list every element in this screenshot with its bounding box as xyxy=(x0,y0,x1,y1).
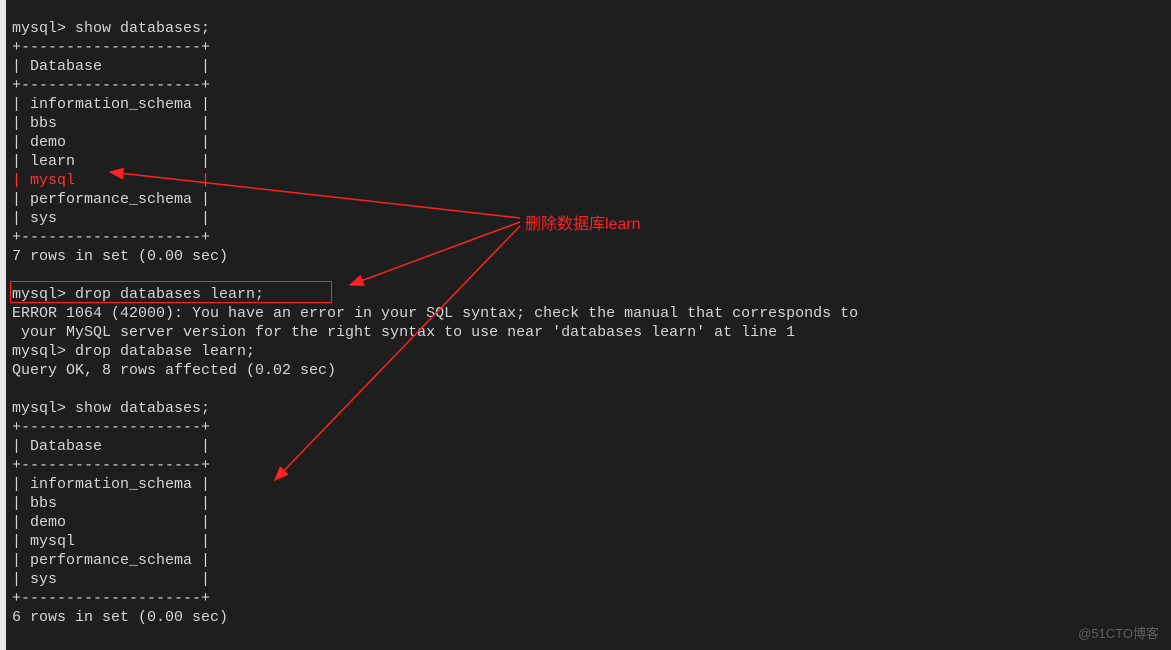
left-edge-strip xyxy=(0,0,6,650)
table-row: | demo | xyxy=(12,514,210,531)
table-sep: +--------------------+ xyxy=(12,39,210,56)
error-line: ERROR 1064 (42000): You have an error in… xyxy=(12,305,858,322)
table-row: | demo | xyxy=(12,134,210,151)
table-sep: +--------------------+ xyxy=(12,457,210,474)
table-row-highlighted: | mysql | xyxy=(12,172,210,189)
table-row: | mysql | xyxy=(12,533,210,550)
table-row: | performance_schema | xyxy=(12,191,210,208)
prompt: mysql> xyxy=(12,343,75,360)
table-sep: +--------------------+ xyxy=(12,229,210,246)
command-drop-databases-error: drop databases learn; xyxy=(75,286,264,303)
result-line: 6 rows in set (0.00 sec) xyxy=(12,609,228,626)
annotation-label: 删除数据库learn xyxy=(525,210,641,234)
table-sep: +--------------------+ xyxy=(12,77,210,94)
prompt: mysql> xyxy=(12,400,75,417)
result-line: Query OK, 8 rows affected (0.02 sec) xyxy=(12,362,336,379)
command-drop-database: drop database learn; xyxy=(75,343,255,360)
table-row: | learn | xyxy=(12,153,210,170)
table-header: | Database | xyxy=(12,438,210,455)
command-show-databases-2: show databases; xyxy=(75,400,210,417)
error-line: your MySQL server version for the right … xyxy=(12,324,795,341)
prompt: mysql> xyxy=(12,286,75,303)
table-sep: +--------------------+ xyxy=(12,590,210,607)
table-row: | sys | xyxy=(12,571,210,588)
table-row: | bbs | xyxy=(12,115,210,132)
table-row: | information_schema | xyxy=(12,96,210,113)
table-sep: +--------------------+ xyxy=(12,419,210,436)
table-row: | performance_schema | xyxy=(12,552,210,569)
watermark: @51CTO博客 xyxy=(1078,623,1159,642)
prompt: mysql> xyxy=(12,20,75,37)
terminal-output: mysql> show databases; +----------------… xyxy=(8,0,1171,627)
command-show-databases-1: show databases; xyxy=(75,20,210,37)
table-header: | Database | xyxy=(12,58,210,75)
result-line: 7 rows in set (0.00 sec) xyxy=(12,248,228,265)
table-row: | sys | xyxy=(12,210,210,227)
table-row: | bbs | xyxy=(12,495,210,512)
table-row: | information_schema | xyxy=(12,476,210,493)
